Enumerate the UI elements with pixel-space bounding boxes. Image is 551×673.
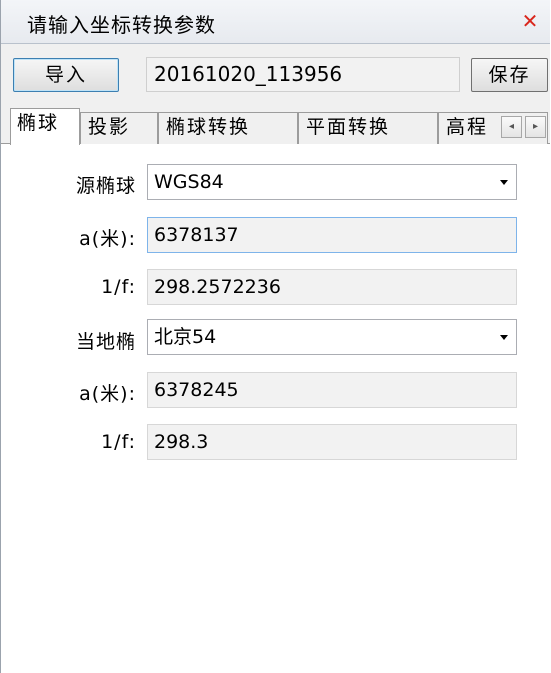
source-f-field[interactable]: 298.2572236 xyxy=(147,269,517,305)
arrow-left-icon[interactable]: ◂ xyxy=(501,116,522,138)
source-ellipsoid-value: WGS84 xyxy=(154,171,224,193)
arrow-right-icon[interactable]: ▸ xyxy=(525,116,546,138)
close-icon[interactable]: ✕ xyxy=(520,11,540,31)
ellipsoid-tab-panel: 源椭球 WGS84 a(米): 6378137 1/f: 298.2572236… xyxy=(1,144,550,673)
toolbar: 导入 20161020_113956 保存 xyxy=(1,44,550,106)
source-a-field[interactable]: 6378137 xyxy=(147,217,517,253)
tab-strip: 椭球 投影 椭球转换 平面转换 高程 ◂ ▸ xyxy=(1,106,550,145)
filename-field[interactable]: 20161020_113956 xyxy=(146,57,460,92)
local-ellipsoid-label: 当地椭 xyxy=(75,331,136,353)
tab-ellipsoid[interactable]: 椭球 xyxy=(10,108,80,145)
source-f-label: 1/f: xyxy=(101,276,136,298)
coordinate-params-dialog: 请输入坐标转换参数 ✕ 导入 20161020_113956 保存 椭球 投影 … xyxy=(0,0,550,673)
tab-plane-transform[interactable]: 平面转换 xyxy=(298,112,438,144)
local-ellipsoid-select[interactable]: 北京54 xyxy=(147,319,517,355)
save-button[interactable]: 保存 xyxy=(471,58,548,92)
import-button[interactable]: 导入 xyxy=(13,58,119,92)
chevron-down-icon xyxy=(500,335,508,340)
local-a-field[interactable]: 6378245 xyxy=(147,372,517,408)
local-f-field[interactable]: 298.3 xyxy=(147,424,517,460)
tab-ellipsoid-transform[interactable]: 椭球转换 xyxy=(158,112,298,144)
chevron-down-icon xyxy=(500,180,508,185)
tab-scroll-buttons: ◂ ▸ xyxy=(501,116,547,138)
local-a-label: a(米): xyxy=(79,383,136,405)
source-ellipsoid-label: 源椭球 xyxy=(75,175,136,197)
title-bar: 请输入坐标转换参数 ✕ xyxy=(1,0,550,44)
dialog-title: 请输入坐标转换参数 xyxy=(27,13,216,37)
source-ellipsoid-select[interactable]: WGS84 xyxy=(147,164,517,200)
source-a-label: a(米): xyxy=(79,228,136,250)
local-f-label: 1/f: xyxy=(101,431,136,453)
local-ellipsoid-value: 北京54 xyxy=(154,326,217,348)
tab-projection[interactable]: 投影 xyxy=(80,112,158,144)
